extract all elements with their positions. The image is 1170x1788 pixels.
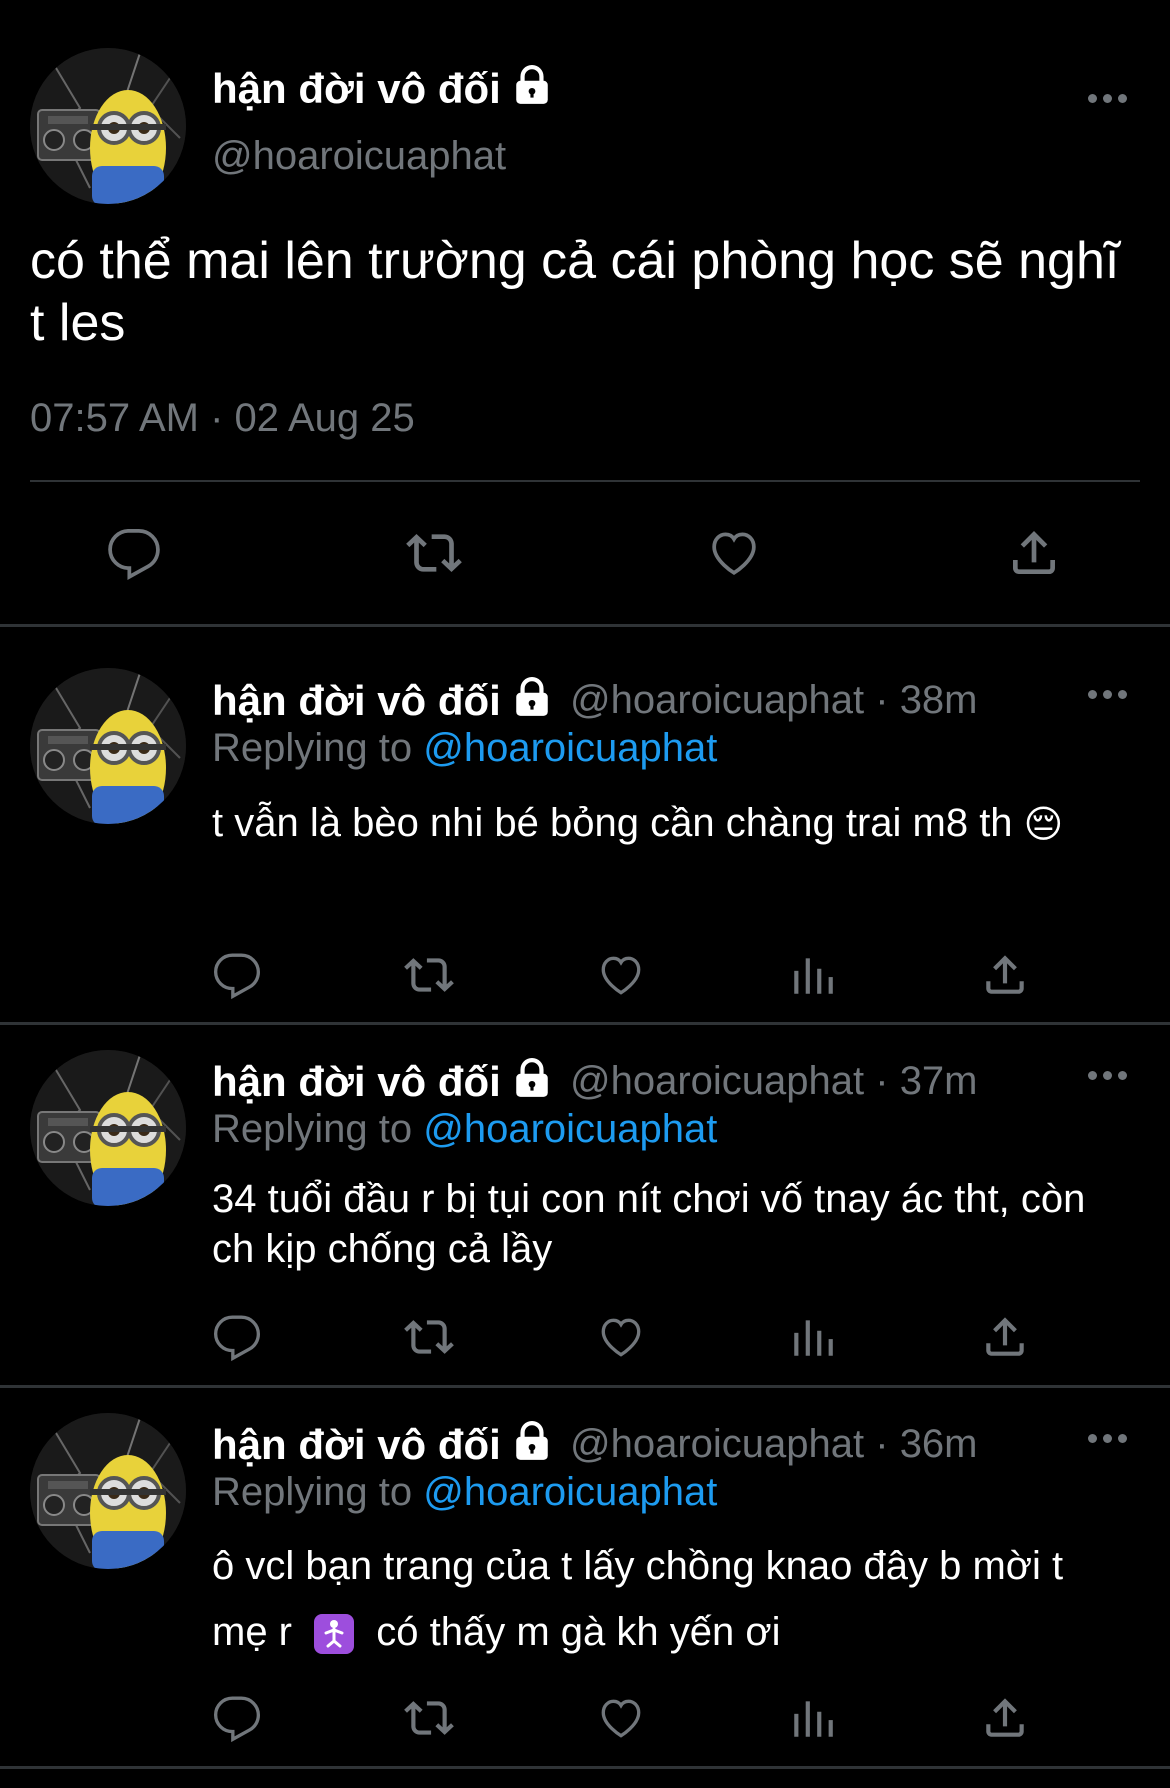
avatar[interactable] <box>30 1413 186 1569</box>
lock-icon <box>511 1057 553 1099</box>
handle-time: @hoaroicuaphat · 36m <box>570 1422 978 1466</box>
divider <box>0 624 1170 627</box>
tweet-text-content: t vẫn là bèo nhi bé bỏng cần chàng trai … <box>212 801 1013 845</box>
like-icon[interactable] <box>596 950 646 1000</box>
retweet-icon[interactable] <box>404 1312 454 1362</box>
display-name-text: hận đời vô đối <box>212 1421 501 1468</box>
divider <box>0 1022 1170 1025</box>
divider <box>30 480 1140 482</box>
lock-icon <box>511 64 553 106</box>
replying-to: Replying to @hoaroicuaphat <box>212 726 717 771</box>
tweet-timestamp[interactable]: 07:57 AM · 02 Aug 25 <box>30 396 415 441</box>
share-icon[interactable] <box>980 950 1030 1000</box>
reply-icon[interactable] <box>212 950 262 1000</box>
share-icon[interactable] <box>1006 525 1062 581</box>
tweet-text: t vẫn là bèo nhi bé bỏng cần chàng trai … <box>212 790 1112 858</box>
like-icon[interactable] <box>596 1693 646 1743</box>
replying-label: Replying to <box>212 1107 413 1151</box>
mention-link[interactable]: @hoaroicuaphat <box>423 1470 717 1514</box>
display-name-text: hận đời vô đối <box>212 65 501 112</box>
replying-to: Replying to @hoaroicuaphat <box>212 1107 717 1152</box>
retweet-icon[interactable] <box>404 950 454 1000</box>
display-name-text: hận đời vô đối <box>212 677 501 724</box>
mention-link[interactable]: @hoaroicuaphat <box>423 1107 717 1151</box>
tweet-text: ô vcl bạn trang của t lấy chồng knao đây… <box>212 1533 1112 1665</box>
views-icon[interactable] <box>788 950 838 1000</box>
pensive-face-emoji: 😔 <box>1023 804 1064 847</box>
user-handle[interactable]: @hoaroicuaphat <box>212 134 506 179</box>
display-name-text: hận đời vô đối <box>212 1058 501 1105</box>
reply-icon[interactable] <box>212 1312 262 1362</box>
replying-to: Replying to @hoaroicuaphat <box>212 1470 717 1515</box>
share-icon[interactable] <box>980 1312 1030 1362</box>
avatar-image <box>30 48 186 204</box>
retweet-icon[interactable] <box>406 525 462 581</box>
display-name[interactable]: hận đời vô đối <box>212 1420 553 1469</box>
avatar-image <box>30 668 186 824</box>
divider <box>0 1385 1170 1388</box>
mention-link[interactable]: @hoaroicuaphat <box>423 726 717 770</box>
more-icon[interactable] <box>1088 1071 1128 1083</box>
reply-icon[interactable] <box>106 525 162 581</box>
lock-icon <box>511 676 553 718</box>
reply-icon[interactable] <box>212 1693 262 1743</box>
avatar-image <box>30 1413 186 1569</box>
views-icon[interactable] <box>788 1693 838 1743</box>
handle-time: @hoaroicuaphat · 38m <box>570 678 978 722</box>
tweet-text: 34 tuổi đầu r bị tụi con nít chơi vố tna… <box>212 1177 1086 1271</box>
lock-icon <box>511 1420 553 1462</box>
share-icon[interactable] <box>980 1693 1030 1743</box>
views-icon[interactable] <box>788 1312 838 1362</box>
handle-time: @hoaroicuaphat · 37m <box>570 1059 978 1103</box>
more-icon[interactable] <box>1088 690 1128 702</box>
tweet-text: có thể mai lên trường cả cái phòng học s… <box>30 232 1120 352</box>
more-icon[interactable] <box>1088 1434 1128 1446</box>
display-name[interactable]: hận đời vô đối <box>212 676 553 725</box>
like-icon[interactable] <box>596 1312 646 1362</box>
display-name[interactable]: hận đời vô đối <box>212 1057 553 1106</box>
person-in-lotus-emoji <box>314 1614 355 1655</box>
retweet-icon[interactable] <box>404 1693 454 1743</box>
avatar[interactable] <box>30 1050 186 1206</box>
display-name[interactable]: hận đời vô đối <box>212 64 553 113</box>
avatar[interactable] <box>30 48 186 204</box>
tweet-text-after: có thấy m gà kh yến ơi <box>376 1610 781 1654</box>
more-icon[interactable] <box>1088 94 1128 106</box>
avatar-image <box>30 1050 186 1206</box>
replying-label: Replying to <box>212 726 413 770</box>
divider <box>0 1766 1170 1769</box>
avatar[interactable] <box>30 668 186 824</box>
replying-label: Replying to <box>212 1470 413 1514</box>
like-icon[interactable] <box>706 525 762 581</box>
